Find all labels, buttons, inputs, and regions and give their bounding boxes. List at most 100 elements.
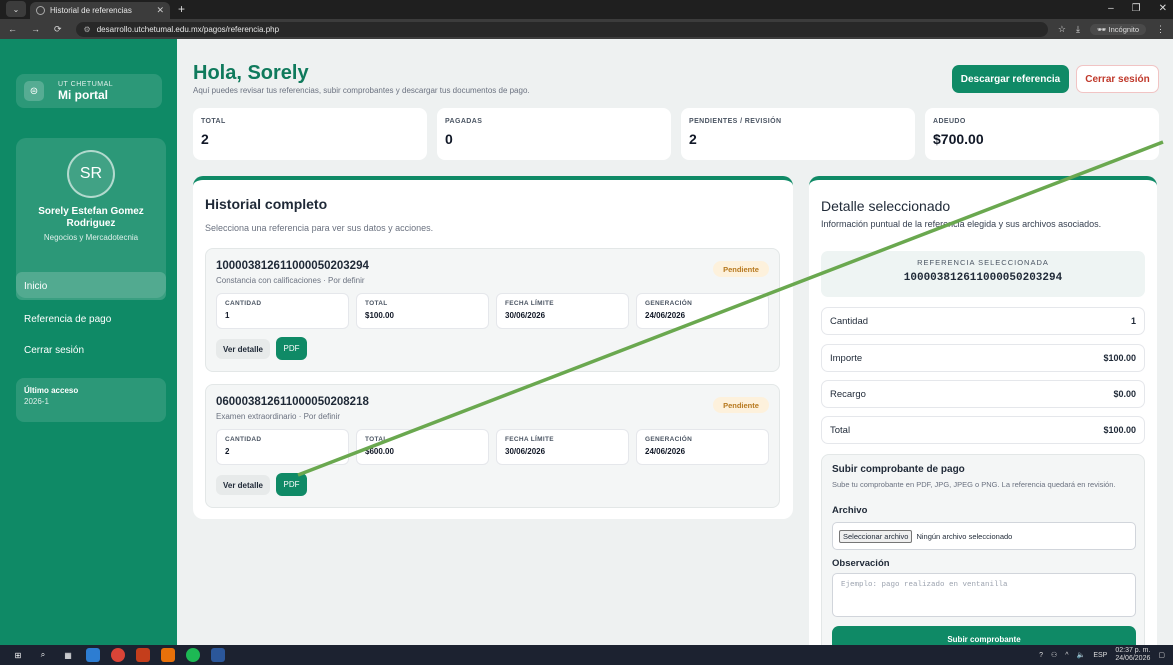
field-generacion: GENERACIÓN 24/06/2026 xyxy=(636,429,769,465)
notification-icon[interactable]: ▢ xyxy=(1158,651,1165,659)
logo-icon: ⊜ xyxy=(24,81,44,101)
tab-search-icon[interactable]: ⌄ xyxy=(6,1,26,17)
sidebar: ⊜ UT CHETUMAL Mi portal SR Sorely Estefa… xyxy=(0,39,177,645)
forward-icon[interactable]: → xyxy=(31,24,40,35)
stat-card-adeudo: ADEUDO $700.00 xyxy=(925,108,1159,160)
task-view-icon[interactable]: ▦ xyxy=(61,648,75,662)
reference-number: 10000381261100005020329​4 xyxy=(216,260,369,272)
browser-tab[interactable]: Historial de referencias ✕ xyxy=(30,2,170,19)
tab-favicon-icon xyxy=(36,6,45,15)
sidebar-item-referencia-pago[interactable]: Referencia de pago xyxy=(16,305,166,333)
selected-reference-label: REFERENCIA SELECCIONADA xyxy=(917,258,1049,267)
field-label: CANTIDAD xyxy=(225,436,262,443)
tab-close-icon[interactable]: ✕ xyxy=(156,5,164,16)
field-value: $100.00 xyxy=(365,311,394,320)
field-total: TOTAL $100.00 xyxy=(356,293,489,329)
detail-subtitle: Información puntual de la referencia ele… xyxy=(821,219,1102,229)
app-icon[interactable] xyxy=(161,648,175,662)
clock-date: 24/06/2026 xyxy=(1115,655,1151,662)
window-controls: – ❐ ✕ xyxy=(1108,3,1167,14)
status-badge: Pendiente xyxy=(713,397,769,413)
view-detail-button[interactable]: Ver detalle xyxy=(216,475,270,495)
bookmark-star-icon[interactable]: ☆ xyxy=(1058,24,1066,35)
detail-row-value: $100.00 xyxy=(1103,425,1136,435)
stat-label: PAGADAS xyxy=(445,118,483,125)
field-value: 1 xyxy=(225,311,230,320)
detail-title: Detalle seleccionado xyxy=(821,198,951,214)
file-explorer-icon[interactable] xyxy=(86,648,100,662)
pdf-button[interactable]: PDF xyxy=(276,337,307,360)
page-subtitle: Aquí puedes revisar tus referencias, sub… xyxy=(193,86,530,95)
restore-icon[interactable]: ❐ xyxy=(1132,3,1141,14)
stat-label: TOTAL xyxy=(201,118,226,125)
sidebar-item-cerrar-sesion[interactable]: Cerrar sesión xyxy=(16,336,166,364)
detail-panel: Detalle seleccionado Información puntual… xyxy=(809,176,1157,645)
selected-reference-value: 100003812611000050203294 xyxy=(903,272,1063,284)
field-value: 2 xyxy=(225,447,230,456)
select-file-button[interactable]: Seleccionar archivo xyxy=(839,529,913,543)
tray-chevron-icon[interactable]: ^ xyxy=(1065,652,1068,659)
logout-button[interactable]: Cerrar sesión xyxy=(1076,65,1159,93)
history-subtitle: Selecciona una referencia para ver sus d… xyxy=(205,223,434,233)
sidebar-item-inicio[interactable]: Inicio xyxy=(16,272,166,300)
powerpoint-icon[interactable] xyxy=(136,648,150,662)
incognito-label: Incógnito xyxy=(1108,24,1139,34)
reference-card[interactable]: 10000381261100005020329​4 Constancia con… xyxy=(205,248,780,372)
last-access-title: Último acceso xyxy=(24,386,79,395)
incognito-badge[interactable]: 🕶 Incógnito xyxy=(1089,23,1146,35)
people-icon[interactable]: ⚇ xyxy=(1051,651,1057,659)
pdf-button[interactable]: PDF xyxy=(276,473,307,496)
field-cantidad: CANTIDAD 1 xyxy=(216,293,349,329)
incognito-icon: 🕶 xyxy=(1096,24,1107,34)
language-indicator[interactable]: ESP xyxy=(1093,652,1107,659)
detail-row-label: Cantidad xyxy=(830,315,869,327)
stat-value: $700.00 xyxy=(933,131,984,147)
site-info-icon[interactable]: ⚙ xyxy=(84,25,91,34)
reference-concept: Constancia con calificaciones · Por defi… xyxy=(216,276,365,285)
new-tab-icon[interactable]: + xyxy=(178,2,185,16)
search-icon[interactable]: ⌕ xyxy=(36,648,50,662)
word-icon[interactable] xyxy=(211,648,225,662)
close-window-icon[interactable]: ✕ xyxy=(1159,3,1167,14)
spotify-icon[interactable] xyxy=(186,648,200,662)
detail-row-label: Importe xyxy=(830,352,863,364)
field-fecha-limite: FECHA LÍMITE 30/06/2026 xyxy=(496,429,629,465)
url-text: desarrollo.utchetumal.edu.mx/pagos/refer… xyxy=(96,24,280,34)
history-panel: Historial completo Selecciona una refere… xyxy=(193,176,793,519)
field-value: 30/06/2026 xyxy=(505,447,546,456)
chrome-icon[interactable] xyxy=(111,648,125,662)
help-icon[interactable]: ? xyxy=(1039,652,1043,659)
address-bar-row: ← → ⟳ ⚙ desarrollo.utchetumal.edu.mx/pag… xyxy=(0,19,1173,39)
brand-block: ⊜ UT CHETUMAL Mi portal xyxy=(16,74,162,108)
page-content: ⊜ UT CHETUMAL Mi portal SR Sorely Estefa… xyxy=(0,39,1173,645)
field-label: TOTAL xyxy=(365,436,388,443)
page-title: Hola, Sorely xyxy=(193,62,309,84)
file-input[interactable]: Seleccionar archivo Ningún archivo selec… xyxy=(832,522,1136,550)
minimize-icon[interactable]: – xyxy=(1108,3,1114,14)
view-detail-button[interactable]: Ver detalle xyxy=(216,339,270,359)
file-status: Ningún archivo seleccionado xyxy=(916,531,1013,541)
field-label: GENERACIÓN xyxy=(645,300,693,307)
os-taskbar: ⊞ ⌕ ▦ ? ⚇ ^ 🔈 ESP 02:37 p. m. 24/06/2026… xyxy=(0,645,1173,665)
history-title: Historial completo xyxy=(205,196,328,212)
browser-menu-icon[interactable]: ⋮ xyxy=(1156,24,1165,35)
reference-card[interactable]: 060003812611000050208218 Examen extraord… xyxy=(205,384,780,508)
download-reference-button[interactable]: Descargar referencia xyxy=(952,65,1069,93)
last-access-card: Último acceso 2026-1 xyxy=(16,378,166,422)
system-tray: ? ⚇ ^ 🔈 ESP 02:37 p. m. 24/06/2026 ▢ xyxy=(1039,645,1165,665)
url-input[interactable]: ⚙ desarrollo.utchetumal.edu.mx/pagos/ref… xyxy=(75,21,1048,37)
stat-label: PENDIENTES / REVISIÓN xyxy=(689,118,782,125)
clock[interactable]: 02:37 p. m. 24/06/2026 xyxy=(1115,647,1150,663)
avatar: SR xyxy=(67,150,115,198)
download-icon[interactable]: ⤓ xyxy=(1076,24,1080,35)
reload-icon[interactable]: ⟳ xyxy=(54,24,62,35)
stat-value: 2 xyxy=(201,131,209,147)
start-icon[interactable]: ⊞ xyxy=(11,648,25,662)
last-access-value: 2026-1 xyxy=(24,397,49,406)
observation-textarea[interactable]: Ejemplo: pago realizado en ventanilla xyxy=(832,573,1136,617)
detail-row-value: $0.00 xyxy=(1113,389,1136,399)
volume-icon[interactable]: 🔈 xyxy=(1077,651,1086,659)
upload-receipt-button[interactable]: Subir comprobante xyxy=(832,626,1136,645)
selected-reference-box: REFERENCIA SELECCIONADA 1000038126110000… xyxy=(821,251,1145,297)
back-icon[interactable]: ← xyxy=(8,24,17,35)
